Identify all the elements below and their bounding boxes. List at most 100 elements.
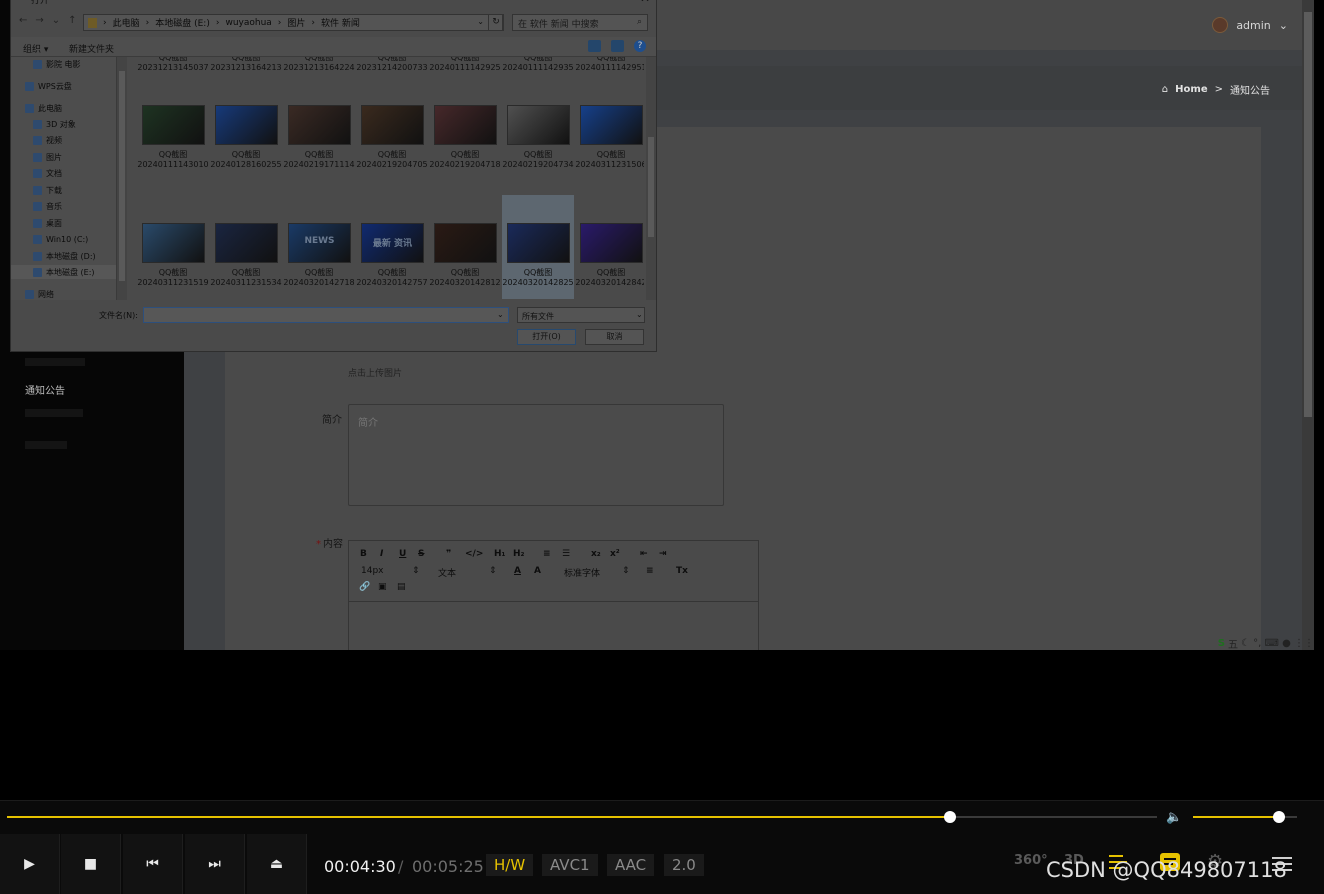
desc-textarea[interactable] xyxy=(348,404,724,506)
address-crumb-0[interactable]: 此电脑 xyxy=(113,16,140,29)
close-icon[interactable]: ✕ xyxy=(640,0,650,5)
tree-item[interactable]: 本地磁盘 (E:) xyxy=(11,265,116,279)
file-item[interactable]: QQ截图 20240111143010 xyxy=(137,89,209,193)
address-crumb-2[interactable]: wuyaohua xyxy=(225,18,271,28)
file-item[interactable]: QQ截图 20231213145037 xyxy=(137,57,209,73)
refresh-icon[interactable]: ↻ xyxy=(488,14,504,31)
filetype-chevron-icon[interactable]: ⌄ xyxy=(636,310,643,319)
file-item[interactable]: QQ截图 20240311231534 xyxy=(210,195,282,299)
tree-item[interactable]: 图片 xyxy=(11,150,116,164)
file-item[interactable]: QQ截图 20240219204718 xyxy=(429,89,501,193)
ime-mode[interactable]: 五 xyxy=(1228,636,1238,651)
address-crumb-4[interactable]: 软件 新闻 xyxy=(321,16,360,29)
image-button[interactable]: ▣ xyxy=(378,582,387,592)
tree-item[interactable]: Win10 (C:) xyxy=(11,232,116,246)
tree-item[interactable]: 桌面 xyxy=(11,216,116,230)
total-time[interactable]: 00:05:25 xyxy=(412,857,484,876)
sidebar-item-notice[interactable]: 通知公告 xyxy=(25,382,65,397)
ime-icons[interactable]: ☾ °, ⌨ ● ⋮⋮ xyxy=(1241,638,1314,649)
organize-button[interactable]: 组织 ▾ xyxy=(23,42,48,55)
file-item[interactable]: NEWS QQ截图 20240320142718 xyxy=(283,195,355,299)
font-size-select[interactable]: 14px xyxy=(361,566,384,576)
ordered-list-button[interactable]: ≡ xyxy=(543,549,551,559)
tree-item[interactable]: 3D 对象 xyxy=(11,117,116,131)
tree-item[interactable]: 本地磁盘 (D:) xyxy=(11,249,116,263)
address-bar[interactable]: › 此电脑 › 本地磁盘 (E:) › wuyaohua › 图片 › 软件 新… xyxy=(83,14,503,31)
seek-handle[interactable] xyxy=(944,811,956,823)
tree-item[interactable]: 下载 xyxy=(11,183,116,197)
tree-scrollbar-thumb[interactable] xyxy=(119,71,125,281)
file-item[interactable]: QQ截图 20240311231506 xyxy=(575,89,644,193)
clear-format-button[interactable]: Tx xyxy=(676,566,688,576)
file-item[interactable]: QQ截图 20240111142935 xyxy=(502,57,574,73)
file-item[interactable]: QQ截图 20240128160255 xyxy=(210,89,282,193)
tree-item[interactable]: 网络 xyxy=(11,287,116,300)
indent-button[interactable]: ⇥ xyxy=(659,549,667,559)
ime-toolbar[interactable]: S 五 ☾ °, ⌨ ● ⋮⋮ xyxy=(1218,636,1314,651)
h1-button[interactable]: H₁ xyxy=(494,549,505,559)
subscript-button[interactable]: x₂ xyxy=(591,549,601,559)
page-scrollbar[interactable] xyxy=(1302,0,1314,650)
outdent-button[interactable]: ⇤ xyxy=(640,549,648,559)
eject-button[interactable]: ⏏ xyxy=(247,834,307,894)
rich-text-editor[interactable]: B I U S ❞ </> H₁ H₂ ≡ ☰ x₂ x² ⇤ ⇥ 14px ⇕… xyxy=(348,540,759,650)
file-item[interactable]: QQ截图 20240111142951 xyxy=(575,57,644,73)
file-item[interactable]: QQ截图 20240111142925 xyxy=(429,57,501,73)
font-family-select[interactable]: 标准字体 xyxy=(564,566,600,579)
tree-scrollbar[interactable] xyxy=(117,57,127,300)
tree-item[interactable]: 文档 xyxy=(11,166,116,180)
tree-item[interactable]: 影院 电影 xyxy=(11,57,116,71)
text-color-button[interactable]: A xyxy=(514,566,521,576)
file-item[interactable]: QQ截图 20240219171114 xyxy=(283,89,355,193)
cancel-button[interactable]: 取消 xyxy=(585,329,644,345)
preview-pane-icon[interactable] xyxy=(611,40,624,52)
video-codec-badge[interactable]: AVC1 xyxy=(542,854,598,876)
code-button[interactable]: </> xyxy=(465,549,483,559)
file-item[interactable]: QQ截图 20231213164213 xyxy=(210,57,282,73)
breadcrumb-home[interactable]: Home xyxy=(1175,84,1207,95)
back-arrow-icon[interactable]: ← xyxy=(19,15,27,26)
file-item[interactable]: QQ截图 20240320142842 xyxy=(575,195,644,299)
volume-slider[interactable] xyxy=(1193,811,1297,823)
seek-bar[interactable] xyxy=(7,811,1157,823)
grid-scrollbar[interactable] xyxy=(646,57,656,300)
h2-button[interactable]: H₂ xyxy=(513,549,524,559)
bold-button[interactable]: B xyxy=(360,549,367,559)
sidebar-item-faded-3[interactable] xyxy=(25,441,67,449)
link-button[interactable]: 🔗 xyxy=(359,582,370,592)
user-menu[interactable]: admin ⌄ xyxy=(1212,17,1288,33)
forward-arrow-icon[interactable]: → xyxy=(35,15,43,26)
tree-item[interactable]: 音乐 xyxy=(11,199,116,213)
file-item[interactable]: QQ截图 20240219204734 xyxy=(502,89,574,193)
address-crumb-3[interactable]: 图片 xyxy=(287,16,305,29)
bullet-list-button[interactable]: ☰ xyxy=(562,549,570,559)
file-item[interactable]: QQ截图 20231213164224 xyxy=(283,57,355,73)
file-item[interactable]: QQ截图 20240320142812 xyxy=(429,195,501,299)
filetype-select[interactable]: 所有文件 xyxy=(517,307,645,323)
view-mode-icon[interactable] xyxy=(588,40,601,52)
360-icon[interactable]: 360° xyxy=(1014,853,1048,868)
stop-button[interactable]: ■ xyxy=(61,834,121,894)
address-crumb-1[interactable]: 本地磁盘 (E:) xyxy=(155,16,210,29)
filename-chevron-icon[interactable]: ⌄ xyxy=(497,310,504,319)
grid-scrollbar-thumb[interactable] xyxy=(648,137,654,237)
text-type-select[interactable]: 文本 xyxy=(438,566,456,579)
underline-button[interactable]: U xyxy=(399,549,406,559)
hw-decode-badge[interactable]: H/W xyxy=(486,854,534,876)
open-button[interactable]: 打开(O) xyxy=(517,329,576,345)
previous-button[interactable]: ⏮ xyxy=(123,834,183,894)
sidebar-item-faded-1[interactable] xyxy=(25,358,85,366)
recent-chevron-icon[interactable]: ⌄ xyxy=(52,15,60,26)
upload-hint[interactable]: 点击上传图片 xyxy=(348,366,402,379)
video-button[interactable]: ▤ xyxy=(397,582,406,592)
italic-button[interactable]: I xyxy=(380,549,383,559)
file-item[interactable]: QQ截图 20231214200733 xyxy=(356,57,428,73)
background-color-button[interactable]: A xyxy=(534,566,541,576)
page-scrollbar-thumb[interactable] xyxy=(1304,12,1312,417)
file-item[interactable]: QQ截图 20240311231519 xyxy=(137,195,209,299)
file-item[interactable]: QQ截图 20240219204705 xyxy=(356,89,428,193)
volume-handle[interactable] xyxy=(1273,811,1286,823)
next-button[interactable]: ⏭ xyxy=(185,834,245,894)
up-arrow-icon[interactable]: ↑ xyxy=(68,15,76,26)
play-button[interactable]: ▶ xyxy=(0,834,60,894)
